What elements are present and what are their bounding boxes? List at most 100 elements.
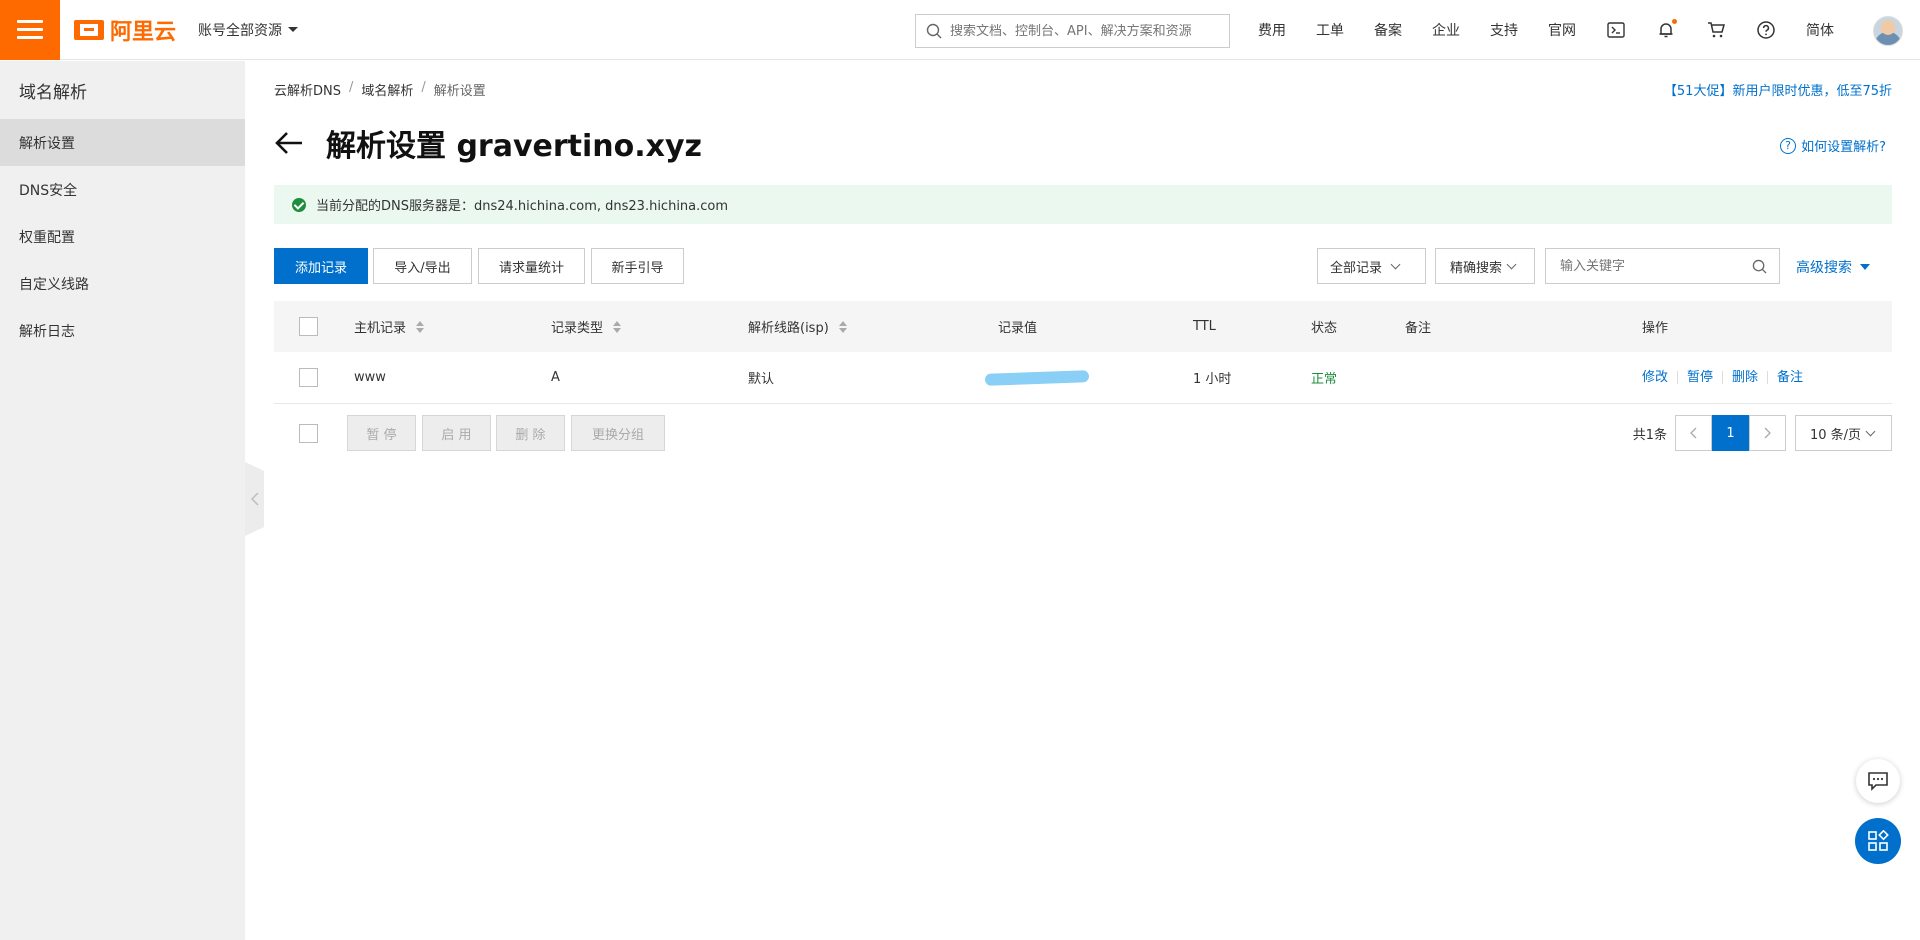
search-mode-select[interactable]: 精确搜索 [1435,248,1535,284]
breadcrumb-separator: / [421,80,426,95]
chevron-right-icon [1764,427,1771,439]
nav-tickets[interactable]: 工单 [1316,20,1344,40]
account-scope-dropdown[interactable]: 账号全部资源 [198,20,299,40]
bulk-pause-button[interactable]: 暂 停 [347,415,416,451]
sort-icon[interactable] [838,320,847,333]
sidebar-item-custom-lines[interactable]: 自定义线路 [0,260,245,307]
sidebar-collapse-handle[interactable] [245,462,264,536]
hamburger-menu-icon[interactable] [0,0,60,60]
next-page-button[interactable] [1749,415,1786,451]
keyword-input[interactable] [1560,258,1740,274]
remark-record-link[interactable]: 备注 [1767,371,1812,384]
bulk-enable-button[interactable]: 启 用 [422,415,491,451]
bulk-select-checkbox[interactable] [299,423,318,443]
page-number-button[interactable]: 1 [1712,415,1749,451]
breadcrumb-domain-resolve[interactable]: 域名解析 [361,80,413,99]
chevron-left-icon [250,492,258,506]
search-icon[interactable] [1752,259,1767,274]
brand-name: 阿里云 [110,19,177,45]
redacted-value [984,369,1090,386]
page-title: 解析设置 gravertino.xyz [326,129,703,164]
pagination: 共1条 1 10 条/页 [1633,415,1892,451]
dns-server-notice: 当前分配的DNS服务器是：dns24.hichina.com, dns23.hi… [274,185,1892,224]
edit-record-link[interactable]: 修改 [1642,371,1677,384]
breadcrumb-dns[interactable]: 云解析DNS [274,80,341,99]
delete-record-link[interactable]: 删除 [1722,371,1767,384]
records-table: 主机记录 记录类型 解析线路(isp) 记录值 TTL 状态 备注 操作 www… [274,301,1892,462]
cell-ttl: 1 小时 [1193,372,1232,387]
row-checkbox[interactable] [299,368,318,387]
column-type[interactable]: 记录类型 [551,301,622,352]
aliyun-logo[interactable]: 阿里云 [74,14,176,46]
sort-icon[interactable] [613,320,622,333]
prev-page-button[interactable] [1675,415,1712,451]
bulk-delete-button[interactable]: 删 除 [496,415,565,451]
bulk-change-group-button[interactable]: 更换分组 [571,415,665,451]
global-search[interactable] [915,14,1230,48]
chat-icon [1868,772,1888,791]
column-status-label: 状态 [1311,321,1338,336]
sidebar-item-dns-security[interactable]: DNS安全 [0,166,245,213]
nav-enterprise[interactable]: 企业 [1432,20,1460,40]
sidebar-title: 域名解析 [19,82,87,103]
apps-grid-icon [1868,830,1889,851]
column-line[interactable]: 解析线路(isp) [748,301,847,352]
record-filter-select[interactable]: 全部记录 [1317,248,1426,284]
nav-support[interactable]: 支持 [1490,20,1518,40]
keyword-search[interactable] [1545,248,1780,284]
how-to-resolve-link[interactable]: ? 如何设置解析? [1780,136,1886,155]
chevron-down-icon [1865,426,1876,436]
advanced-search-toggle[interactable]: 高级搜索 [1796,257,1870,277]
table-row: www A 默认 1 小时 正常 修改 暂停 删除 备注 [274,352,1892,404]
column-ttl-label: TTL [1193,319,1216,334]
sort-icon[interactable] [416,320,425,333]
import-export-button[interactable]: 导入/导出 [373,248,472,284]
add-record-button[interactable]: 添加记录 [274,248,368,284]
search-mode-value: 精确搜索 [1450,260,1503,276]
avatar[interactable] [1873,16,1903,46]
cell-value [984,352,1090,403]
column-actions: 操作 [1642,301,1668,352]
sidebar-item-resolve-logs[interactable]: 解析日志 [0,307,245,354]
breadcrumb: 云解析DNS / 域名解析 / 解析设置 [274,80,486,99]
nav-icp[interactable]: 备案 [1374,20,1402,40]
top-bar: 阿里云 账号全部资源 费用 工单 备案 企业 支持 官网 简体 [0,0,1920,60]
chat-float-button[interactable] [1856,759,1900,803]
nav-billing[interactable]: 费用 [1258,20,1286,40]
chevron-down-icon [1506,259,1517,269]
help-circle-icon[interactable] [1756,20,1776,40]
sidebar-item-weight-config[interactable]: 权重配置 [0,213,245,260]
search-icon [926,23,942,39]
sidebar: 域名解析 解析设置 DNS安全 权重配置 自定义线路 解析日志 [0,61,245,940]
sidebar-item-resolve-settings[interactable]: 解析设置 [0,119,245,166]
top-nav: 费用 工单 备案 企业 支持 官网 简体 [1258,0,1864,60]
promo-link[interactable]: 【51大促】新用户限时优惠，低至75折 [1664,80,1892,99]
bulk-actions-row: 暂 停 启 用 删 除 更换分组 共1条 1 10 条/页 [274,404,1892,462]
caret-down-icon [288,27,299,32]
page-size-value: 10 条/页 [1810,427,1862,443]
language-switch[interactable]: 简体 [1806,20,1834,40]
bulk-select-cell [299,404,318,462]
terminal-icon[interactable] [1606,20,1626,40]
bell-icon[interactable] [1656,19,1677,40]
cart-icon[interactable] [1706,20,1726,40]
nav-official-site[interactable]: 官网 [1548,20,1576,40]
advanced-search-label: 高级搜索 [1796,260,1852,276]
cell-host: www [354,370,386,385]
column-host[interactable]: 主机记录 [354,301,425,352]
chevron-down-icon [1390,259,1401,269]
account-scope-label: 账号全部资源 [198,22,283,39]
column-line-label: 解析线路(isp) [748,321,829,336]
global-search-input[interactable] [950,23,1220,39]
cell-line: 默认 [748,372,775,387]
back-arrow-icon[interactable] [274,128,304,158]
select-all-checkbox[interactable] [299,317,318,336]
request-stats-button[interactable]: 请求量统计 [478,248,585,284]
apps-float-button[interactable] [1855,818,1901,864]
column-type-label: 记录类型 [551,321,604,336]
column-status: 状态 [1311,301,1337,352]
beginner-guide-button[interactable]: 新手引导 [591,248,684,284]
page-size-select[interactable]: 10 条/页 [1795,415,1892,451]
breadcrumb-separator: / [349,80,354,95]
pause-record-link[interactable]: 暂停 [1677,371,1722,384]
